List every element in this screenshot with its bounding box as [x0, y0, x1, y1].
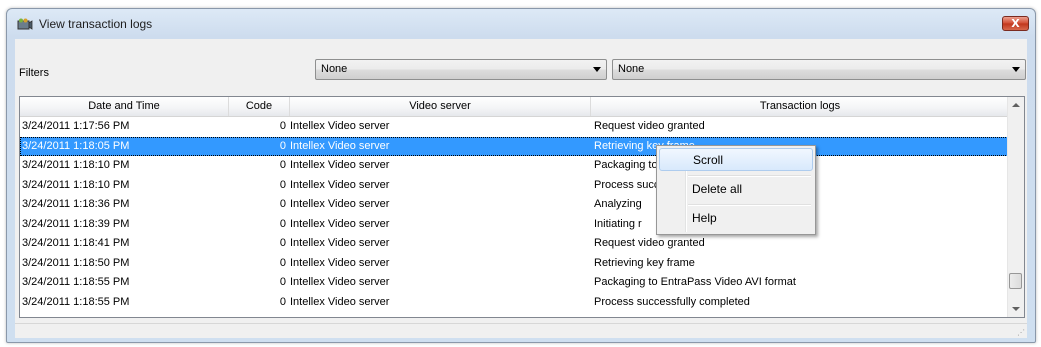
vertical-scrollbar[interactable] [1007, 97, 1024, 317]
table-row[interactable]: 3/24/2011 1:18:55 PM 0 Intellex Video serv… [20, 273, 1010, 293]
video-server-cell: Intellex Video server [290, 276, 390, 288]
grid-rows: 3/24/2011 1:17:56 PM 0 Intellex Video serv… [20, 117, 1010, 312]
arrow-down-icon [1012, 307, 1020, 311]
table-row[interactable]: 3/24/2011 1:18:10 PM 0 Intellex Video serv… [20, 156, 1010, 176]
date-time-cell: 3/24/2011 1:18:10 PM [22, 159, 130, 171]
column-header-transaction-logs[interactable]: Transaction logs [591, 97, 1010, 116]
video-server-cell: Intellex Video server [290, 217, 390, 230]
code-cell: 0 [279, 139, 286, 152]
resize-grip-icon[interactable]: ⋰ [1017, 328, 1025, 337]
filter-dropdown-1-value: None [321, 63, 348, 75]
video-server-cell: Intellex Video server [290, 139, 390, 152]
table-row[interactable]: 3/24/2011 1:18:41 PM 0 Intellex Video serv… [20, 234, 1010, 254]
code-cell: 0 [279, 256, 286, 269]
grid-header: Date and Time Code Video server Transact… [20, 97, 1010, 117]
code-cell: 0 [279, 159, 286, 171]
code-cell: 0 [279, 237, 286, 249]
code-cell: 0 [279, 198, 286, 210]
close-button[interactable]: X [1002, 16, 1029, 31]
date-time-cell: 3/24/2011 1:18:55 PM [22, 295, 130, 308]
menu-separator [688, 204, 811, 206]
code-cell: 0 [279, 178, 286, 191]
close-icon: X [1011, 17, 1020, 30]
date-time-cell: 3/24/2011 1:18:55 PM [22, 276, 130, 288]
video-server-cell: Intellex Video server [290, 120, 390, 132]
table-row[interactable]: 3/24/2011 1:18:36 PM 0 Intellex Video serv… [20, 195, 1010, 215]
video-server-cell: Intellex Video server [290, 295, 390, 308]
video-server-cell: Intellex Video server [290, 198, 390, 210]
filter-dropdown-2[interactable]: None [612, 59, 1026, 80]
menu-item-label: Delete all [692, 182, 743, 196]
transaction-log-cell: Retrieving key frame [594, 256, 695, 269]
chevron-down-icon [1012, 67, 1020, 72]
scroll-up-button[interactable] [1008, 97, 1024, 114]
date-time-cell: 3/24/2011 1:18:50 PM [22, 256, 130, 269]
table-row[interactable]: 3/24/2011 1:18:05 PM 0 Intellex Video serv… [20, 136, 1010, 156]
video-server-cell: Intellex Video server [290, 237, 390, 249]
chevron-down-icon [593, 67, 601, 72]
menu-item-delete-all[interactable]: Delete all [659, 178, 813, 201]
title-bar[interactable]: View transaction logs X [7, 9, 1035, 39]
table-row[interactable]: 3/24/2011 1:18:10 PM 0 Intellex Video serv… [20, 176, 1010, 196]
menu-item-label: Scroll [693, 153, 724, 167]
status-bar: ⋰ [15, 323, 1027, 338]
transaction-log-cell: Process successfully completed [594, 295, 750, 308]
transaction-log-cell: Request video granted [594, 120, 705, 132]
filters-label: Filters [19, 67, 49, 79]
transaction-log-grid[interactable]: Date and Time Code Video server Transact… [19, 96, 1025, 318]
column-header-date-time[interactable]: Date and Time [20, 97, 229, 116]
camera-log-icon [17, 18, 33, 30]
code-cell: 0 [279, 120, 286, 132]
transaction-log-cell: Request video granted [594, 237, 705, 249]
table-row[interactable]: 3/24/2011 1:18:39 PM 0 Intellex Video serv… [20, 215, 1010, 235]
table-row[interactable]: 3/24/2011 1:18:50 PM 0 Intellex Video serv… [20, 254, 1010, 274]
code-cell: 0 [279, 295, 286, 308]
scroll-thumb[interactable] [1009, 273, 1022, 289]
date-time-cell: 3/24/2011 1:17:56 PM [22, 120, 130, 132]
menu-item-help[interactable]: Help [659, 207, 813, 230]
code-cell: 0 [279, 217, 286, 230]
menu-item-scroll[interactable]: Scroll [659, 148, 813, 171]
window-title: View transaction logs [39, 17, 153, 31]
date-time-cell: 3/24/2011 1:18:36 PM [22, 198, 130, 210]
date-time-cell: 3/24/2011 1:18:10 PM [22, 178, 130, 191]
window-client-area: Filters None None Date and Time Code Vid… [15, 39, 1027, 338]
menu-separator [688, 175, 811, 177]
arrow-up-icon [1012, 103, 1020, 107]
context-menu: Scroll Delete all Help [656, 145, 816, 235]
filter-dropdown-1[interactable]: None [315, 59, 607, 80]
transaction-logs-window: View transaction logs X Filters None Non… [6, 8, 1036, 343]
date-time-cell: 3/24/2011 1:18:05 PM [22, 139, 130, 152]
column-header-video-server[interactable]: Video server [290, 97, 591, 116]
transaction-log-cell: Packaging to EntraPass Video AVI format [594, 276, 796, 288]
table-row[interactable]: 3/24/2011 1:18:55 PM 0 Intellex Video serv… [20, 293, 1010, 313]
table-row[interactable]: 3/24/2011 1:17:56 PM 0 Intellex Video serv… [20, 117, 1010, 137]
video-server-cell: Intellex Video server [290, 159, 390, 171]
date-time-cell: 3/24/2011 1:18:39 PM [22, 217, 130, 230]
scroll-down-button[interactable] [1008, 300, 1024, 317]
code-cell: 0 [279, 276, 286, 288]
filter-dropdown-2-value: None [618, 63, 645, 75]
video-server-cell: Intellex Video server [290, 178, 390, 191]
menu-item-label: Help [692, 211, 717, 225]
column-header-code[interactable]: Code [229, 97, 290, 116]
video-server-cell: Intellex Video server [290, 256, 390, 269]
date-time-cell: 3/24/2011 1:18:41 PM [22, 237, 130, 249]
